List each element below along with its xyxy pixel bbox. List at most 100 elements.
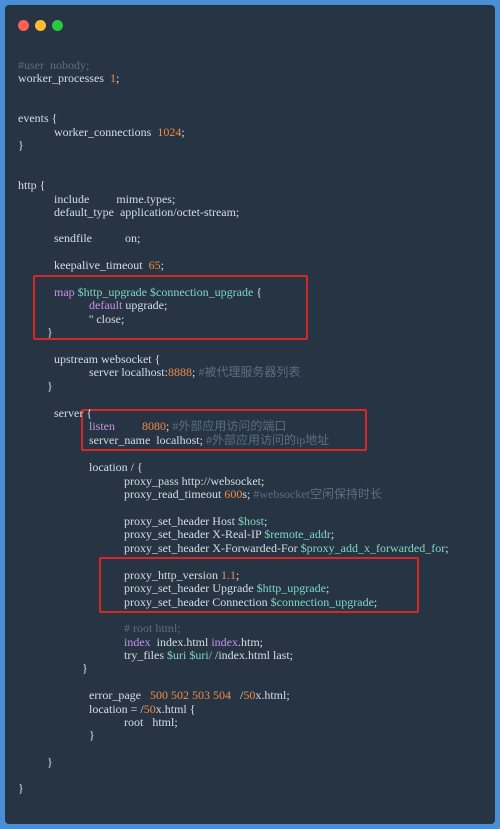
code-line: proxy_set_header Upgrade $http_upgrade; <box>124 581 329 595</box>
code-token: ; <box>264 514 268 528</box>
code-token: upgrade; <box>122 298 168 312</box>
code-token: $uri $uri/ <box>167 648 212 662</box>
code-line: keepalive_timeout 65; <box>54 258 164 272</box>
code-token: location / { <box>89 460 143 474</box>
code-line: index index.html index.htm; <box>124 635 263 649</box>
code-token: #外部应用访问的ip地址 <box>205 433 330 447</box>
code-token: proxy_http_version <box>124 568 221 582</box>
code-token: sendfile on; <box>54 231 141 245</box>
code-line: } <box>18 781 24 795</box>
code-token: map <box>54 285 78 299</box>
code-token: server localhost: <box>89 365 168 379</box>
code-token: / <box>230 688 244 702</box>
code-token: ; <box>330 527 335 541</box>
code-token: index <box>124 635 151 649</box>
code-token: keepalive_timeout <box>54 258 149 272</box>
code-line: proxy_set_header Connection $connection_… <box>124 595 377 609</box>
code-token: ; <box>373 595 378 609</box>
code-line: root html; <box>124 715 178 729</box>
code-line: '' close; <box>89 312 124 326</box>
code-line: listen 8080; #外部应用访问的端口 <box>89 419 286 433</box>
code-token: default <box>89 298 123 312</box>
code-token: # root html; <box>124 621 181 635</box>
code-line: } <box>47 379 53 393</box>
code-line: } <box>18 138 24 152</box>
code-token: proxy_set_header Host <box>124 514 238 528</box>
code-token: { <box>253 285 263 299</box>
code-token: 50 <box>143 702 156 716</box>
code-line: } <box>47 325 53 339</box>
code-line: include mime.types; <box>54 192 175 206</box>
code-token: 50 <box>243 688 256 702</box>
code-token: ; <box>236 568 240 582</box>
code-token: worker_connections <box>54 125 158 139</box>
code-token: #被代理服务器列表 <box>198 365 301 379</box>
code-line: location = /50x.html { <box>89 702 196 716</box>
code-token: proxy_read_timeout <box>124 487 225 501</box>
code-token: $http_upgrade $connection_upgrade <box>77 285 254 299</box>
code-line: } <box>82 661 88 675</box>
code-token: server { <box>54 406 93 420</box>
code-line: server_name localhost; #外部应用访问的ip地址 <box>89 433 329 447</box>
code-token: proxy_set_header X-Forwarded-For <box>124 541 301 555</box>
code-token: include mime.types; <box>54 192 176 206</box>
code-token: error_page <box>89 688 150 702</box>
code-line: error_page 500 502 503 504 /50x.html; <box>89 688 290 702</box>
code-token: $remote_addr <box>264 527 331 541</box>
code-line: events { <box>18 111 57 125</box>
code-token: proxy_pass http://websocket; <box>124 474 265 488</box>
code-token: '' close; <box>89 312 125 326</box>
code-line: location / { <box>89 460 143 474</box>
code-line: worker_connections 1024; <box>54 125 185 139</box>
code-token: index <box>211 635 239 649</box>
code-window: #user nobody; worker_processes 1; events {… <box>5 5 495 824</box>
code-token: 1.1 <box>221 568 236 582</box>
code-token: $host <box>237 514 264 528</box>
code-token: index.html <box>150 635 212 649</box>
code-line: proxy_set_header X-Real-IP $remote_addr; <box>124 527 334 541</box>
code-token: $proxy_add_x_forwarded_for <box>300 541 446 555</box>
code-token: #websocket空闲保持时长 <box>253 487 382 501</box>
code-line: proxy_read_timeout 600s; #websocket空闲保持时… <box>124 487 382 501</box>
code-token: 65 <box>148 258 161 272</box>
code-line: # root html; <box>124 621 181 635</box>
code-token: ; <box>160 258 164 272</box>
code-token: 8080 <box>142 419 166 433</box>
code-token: proxy_set_header Upgrade <box>124 581 257 595</box>
code-token: upstream websocket { <box>54 352 161 366</box>
code-token: location = / <box>89 702 144 716</box>
code-token: } <box>18 138 24 152</box>
code-token: server_name localhost; <box>89 433 206 447</box>
code-token: ; <box>325 581 330 595</box>
code-token: } <box>82 661 88 675</box>
code-token: http { <box>18 178 46 192</box>
code-block: #user nobody; worker_processes 1; events {… <box>5 5 495 824</box>
code-token: listen <box>89 419 115 433</box>
code-token: x.html; <box>255 688 290 702</box>
code-line: worker_processes 1; <box>18 71 119 85</box>
code-token: } <box>18 781 24 795</box>
code-line: default upgrade; <box>89 298 167 312</box>
code-token: events { <box>18 111 58 125</box>
code-token: $http_upgrade <box>256 581 326 595</box>
code-token: } <box>47 379 53 393</box>
code-token: x.html { <box>155 702 196 716</box>
code-line: proxy_set_header Host $host; <box>124 514 267 528</box>
code-line: } <box>89 728 95 742</box>
code-token: s; <box>242 487 254 501</box>
code-token: /index.html last; <box>212 648 293 662</box>
code-line: default_type application/octet-stream; <box>54 205 239 219</box>
code-line: upstream websocket { <box>54 352 160 366</box>
code-line: http { <box>18 178 45 192</box>
code-token: .htm; <box>238 635 264 649</box>
code-line: proxy_set_header X-Forwarded-For $proxy_… <box>124 541 449 555</box>
code-token: try_files <box>124 648 167 662</box>
code-token: ; <box>181 125 185 139</box>
code-token: proxy_set_header X-Real-IP <box>124 527 265 541</box>
code-token: worker_processes <box>18 71 110 85</box>
code-token: } <box>47 755 53 769</box>
code-token: root html; <box>124 715 178 729</box>
code-token: ; <box>115 71 120 85</box>
code-token: ; <box>445 541 449 555</box>
